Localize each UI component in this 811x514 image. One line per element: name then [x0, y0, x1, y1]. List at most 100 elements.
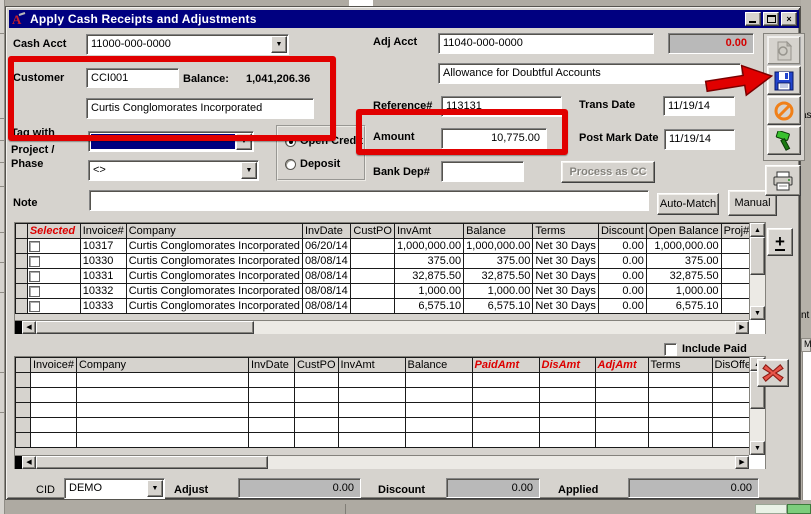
row-selector[interactable]	[16, 254, 28, 269]
cid-select[interactable]: DEMO ▼	[64, 478, 165, 499]
adj-acct-description-field[interactable]: Allowance for Doubtful Accounts	[438, 63, 741, 84]
scroll-down-button[interactable]: ▼	[750, 441, 765, 455]
chevron-down-icon[interactable]: ▼	[236, 133, 252, 150]
column-header[interactable]: Terms	[533, 224, 599, 239]
column-header[interactable]: Selected	[27, 224, 80, 239]
column-header[interactable]: InvAmt	[394, 224, 463, 239]
titlebar[interactable]: A Apply Cash Receipts and Adjustments ×	[9, 10, 799, 28]
row-selector[interactable]	[16, 239, 28, 254]
close-button[interactable]: ×	[781, 12, 797, 26]
column-header[interactable]: AdjAmt	[595, 358, 648, 373]
column-header[interactable]: CustPO	[351, 224, 395, 239]
column-header[interactable]: Proj#	[721, 224, 752, 239]
row-selector[interactable]	[16, 418, 31, 433]
add-invoice-button[interactable]: +	[767, 228, 793, 256]
adj-acct-field[interactable]: 11040-000-0000	[438, 33, 654, 54]
chevron-down-icon[interactable]: ▼	[147, 480, 163, 497]
row-selector[interactable]	[16, 403, 31, 418]
bank-dep-field[interactable]	[441, 161, 524, 182]
deposit-radio[interactable]: Deposit	[285, 158, 340, 170]
customer-code-field[interactable]: CCI001	[86, 68, 179, 88]
open-credit-radio[interactable]: Open Credit	[285, 135, 363, 147]
column-header[interactable]: Company	[76, 358, 248, 373]
scroll-right-button[interactable]: ▶	[735, 456, 749, 469]
table-row[interactable]	[16, 418, 754, 433]
maximize-button[interactable]	[763, 12, 779, 26]
cash-acct-select[interactable]: 11000-000-0000 ▼	[86, 34, 289, 55]
scroll-left-button[interactable]: ◀	[22, 321, 36, 334]
invoices-horizontal-scrollbar[interactable]: ◀ ▶	[15, 320, 749, 334]
column-header[interactable]: Balance	[464, 224, 533, 239]
customer-name-field[interactable]: Curtis Conglomorates Incorporated	[86, 98, 314, 119]
post-mark-date-field[interactable]: 11/19/14	[664, 129, 735, 150]
column-header[interactable]: DisOffe	[712, 358, 753, 373]
include-paid-checkbox[interactable]	[664, 343, 677, 356]
save-button[interactable]	[767, 66, 801, 95]
column-header[interactable]: Terms	[648, 358, 712, 373]
row-checkbox[interactable]	[29, 241, 40, 252]
row-selector[interactable]	[16, 388, 31, 403]
scrollbar-track[interactable]	[268, 456, 735, 469]
column-header[interactable]: Balance	[405, 358, 472, 373]
table-row[interactable]	[16, 388, 754, 403]
table-row[interactable]	[16, 373, 754, 388]
trans-date-field[interactable]: 11/19/14	[663, 96, 735, 116]
chevron-down-icon[interactable]: ▼	[241, 162, 257, 179]
column-header[interactable]: CustPO	[294, 358, 338, 373]
table-row[interactable]: 10331Curtis Conglomorates Incorporated08…	[16, 269, 765, 284]
minimize-button[interactable]	[745, 12, 761, 26]
scrollbar-track[interactable]	[254, 321, 735, 334]
row-checkbox[interactable]	[29, 256, 40, 267]
column-header[interactable]: Invoice#	[80, 224, 126, 239]
column-header[interactable]: PaidAmt	[472, 358, 539, 373]
column-header[interactable]: Company	[126, 224, 302, 239]
project-phase-select[interactable]: <> ▼	[88, 160, 259, 181]
column-header[interactable]	[16, 358, 31, 373]
column-header[interactable]: DisAmt	[539, 358, 595, 373]
chevron-down-icon[interactable]: ▼	[271, 36, 287, 53]
row-selector[interactable]	[16, 284, 28, 299]
invoices-vertical-scrollbar[interactable]: ▲ ▼	[749, 223, 765, 320]
column-header[interactable]: Open Balance	[646, 224, 721, 239]
scrollbar-thumb[interactable]	[36, 456, 268, 469]
print-button[interactable]	[765, 165, 801, 196]
post-button[interactable]	[767, 126, 801, 155]
amount-field[interactable]: 10,775.00	[441, 128, 547, 149]
row-selector[interactable]	[16, 373, 31, 388]
column-header[interactable]	[16, 224, 28, 239]
scroll-right-button[interactable]: ▶	[735, 321, 749, 334]
cancel-button[interactable]	[767, 96, 801, 125]
scrollbar-thumb[interactable]	[36, 321, 254, 334]
plus-icon: +	[775, 234, 785, 251]
row-checkbox[interactable]	[29, 301, 40, 312]
row-checkbox[interactable]	[29, 271, 40, 282]
splitter-handle[interactable]	[15, 321, 22, 334]
row-selector[interactable]	[16, 269, 28, 284]
table-cell: Net 30 Days	[533, 284, 599, 299]
table-row[interactable]: 10317Curtis Conglomorates Incorporated06…	[16, 239, 765, 254]
row-selector[interactable]	[16, 299, 28, 314]
applied-horizontal-scrollbar[interactable]: ◀ ▶	[15, 455, 749, 469]
table-row[interactable]: 10333Curtis Conglomorates Incorporated08…	[16, 299, 765, 314]
column-header[interactable]: InvDate	[302, 224, 350, 239]
note-field[interactable]	[89, 190, 649, 211]
scroll-down-button[interactable]: ▼	[750, 306, 765, 320]
column-header[interactable]: InvDate	[248, 358, 294, 373]
column-header[interactable]: Discount	[598, 224, 646, 239]
table-row[interactable]	[16, 433, 754, 448]
table-row[interactable]: 10330Curtis Conglomorates Incorporated08…	[16, 254, 765, 269]
tag-with-select[interactable]: ▼	[88, 131, 254, 152]
scrollbar-thumb[interactable]	[750, 237, 765, 275]
scroll-up-button[interactable]: ▲	[750, 223, 765, 237]
auto-match-button[interactable]: Auto-Match	[657, 193, 719, 215]
column-header[interactable]: Invoice#	[31, 358, 77, 373]
column-header[interactable]: InvAmt	[338, 358, 405, 373]
reference-field[interactable]: 113131	[441, 96, 562, 117]
row-selector[interactable]	[16, 433, 31, 448]
row-checkbox[interactable]	[29, 286, 40, 297]
splitter-handle[interactable]	[15, 456, 22, 469]
scroll-left-button[interactable]: ◀	[22, 456, 36, 469]
remove-invoice-button[interactable]	[757, 359, 789, 387]
table-row[interactable]	[16, 403, 754, 418]
table-row[interactable]: 10332Curtis Conglomorates Incorporated08…	[16, 284, 765, 299]
